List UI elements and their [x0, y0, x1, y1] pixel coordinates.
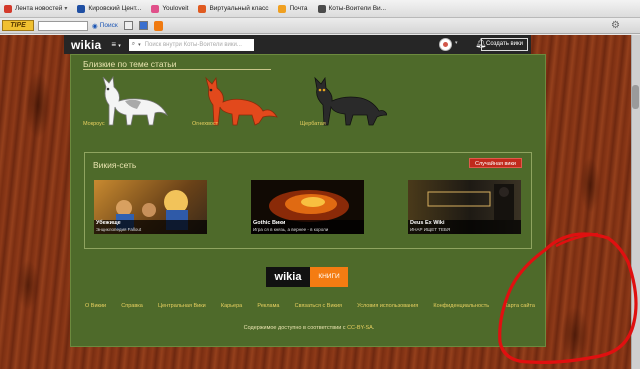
bookmark-mail[interactable]: Почта	[278, 4, 308, 13]
chevron-down-icon[interactable]: ▾	[455, 40, 458, 46]
search-icon: ⌕	[131, 41, 136, 47]
license-text: Содержимое доступно в соответствии с CC-…	[243, 325, 375, 331]
wiki-card-caption: Deus Ex Wiki ИНАР ИЩЕТ ТЕБЯ	[408, 220, 521, 234]
wikia-books-logo[interactable]: wikia КНИГИ	[266, 267, 348, 287]
mail-icon	[278, 4, 287, 13]
toolbar-button[interactable]	[123, 21, 133, 30]
footer-link[interactable]: Условия использования	[357, 303, 418, 309]
license-link[interactable]: CC-BY-SA	[347, 325, 373, 331]
random-wiki-button[interactable]: Случайная вики	[468, 158, 522, 168]
bookmark-virtual-class[interactable]: Виртуальный класс	[198, 4, 268, 13]
wikia-header: wikia ≡ ▾ ⌕ ▾ Поиск внутри Коты-Воители …	[64, 35, 531, 54]
footer-link[interactable]: Карьера	[221, 303, 242, 309]
scrollbar[interactable]	[631, 35, 640, 369]
wikia-logo[interactable]: wikia	[71, 38, 101, 52]
footer-link[interactable]: О Викии	[85, 303, 106, 309]
bookmark-youloveit[interactable]: Youloveit	[151, 4, 188, 13]
related-article-image[interactable]	[81, 67, 171, 127]
menu-icon[interactable]: ≡ ▾	[111, 40, 120, 49]
toolbar-button[interactable]	[138, 21, 148, 30]
footer-link[interactable]: Справка	[121, 303, 143, 309]
chevron-down-icon: ▾	[118, 43, 121, 49]
related-article-image[interactable]	[297, 67, 387, 127]
footer-link[interactable]: Реклама	[257, 303, 279, 309]
wikia-network-title: Викия-сеть	[93, 160, 137, 170]
footer-logo-books: КНИГИ	[310, 267, 348, 287]
toolbar-search-button[interactable]: ◉ Поиск	[92, 22, 118, 30]
class-icon	[198, 4, 207, 13]
related-article-link[interactable]: Мокроус	[83, 121, 105, 127]
wiki-card-deus-ex[interactable]: Deus Ex Wiki ИНАР ИЩЕТ ТЕБЯ	[408, 180, 521, 234]
chevron-down-icon: ▾	[138, 41, 141, 48]
heart-icon	[151, 4, 160, 13]
wiki-card-gothic[interactable]: Gothic Вики Игра ся в князь, а вернее - в…	[251, 180, 364, 234]
footer-link-sitemap[interactable]: Карта сайта	[504, 303, 535, 309]
bookmark-news[interactable]: Лента новостей ▾	[4, 4, 68, 13]
browser-toolbar: TIPE ◉ Поиск ⚙	[0, 18, 640, 34]
create-wiki-button[interactable]: Создать вики	[481, 38, 528, 51]
footer-link[interactable]: Конфиденциальность	[433, 303, 489, 309]
news-icon	[4, 4, 12, 13]
bookmark-warriors-wiki[interactable]: Коты-Воители Ви...	[317, 4, 386, 13]
wikia-network-box: Викия-сеть Случайная вики Убежище Энцикло…	[84, 152, 532, 249]
footer-link[interactable]: Центральная Вики	[158, 303, 206, 309]
related-article-image[interactable]	[189, 67, 279, 127]
page-content: Близкие по теме статьи Мокроус Огнехвост…	[70, 54, 546, 347]
chevron-down-icon: ▾	[64, 6, 68, 12]
footer-link[interactable]: Связаться с Викия	[295, 303, 342, 309]
wiki-card-caption: Убежище Энциклопедия Fallout	[94, 220, 207, 234]
bookmarks-bar: Лента новостей ▾ Кировский Цент... Youlov…	[0, 0, 640, 18]
related-article-link[interactable]: Щербатая	[300, 121, 326, 127]
toolbar-logo[interactable]: TIPE	[2, 20, 34, 31]
wiki-card-caption: Gothic Вики Игра ся в князь, а вернее - в…	[251, 220, 364, 234]
odnoklassniki-icon[interactable]	[153, 20, 163, 31]
wiki-card-fallout[interactable]: Убежище Энциклопедия Fallout	[94, 180, 207, 234]
search-icon: ◉	[92, 22, 98, 30]
scrollbar-thumb[interactable]	[632, 85, 639, 109]
globe-icon	[77, 4, 86, 13]
footer-links: О Викии Справка Центральная Вики Карьера…	[85, 303, 535, 309]
search-placeholder: Поиск внутри Коты-Воители вики...	[144, 41, 242, 48]
footer-logo-wikia: wikia	[266, 267, 310, 287]
wiki-icon	[317, 4, 326, 13]
toolbar-search-input[interactable]	[38, 20, 88, 31]
search-field[interactable]: ⌕ ▾ Поиск внутри Коты-Воители вики...	[128, 38, 254, 51]
related-article-link[interactable]: Огнехвост	[192, 121, 218, 127]
bookmark-kirov[interactable]: Кировский Цент...	[77, 4, 141, 13]
gear-icon[interactable]: ⚙	[611, 20, 620, 31]
avatar[interactable]	[439, 38, 452, 51]
